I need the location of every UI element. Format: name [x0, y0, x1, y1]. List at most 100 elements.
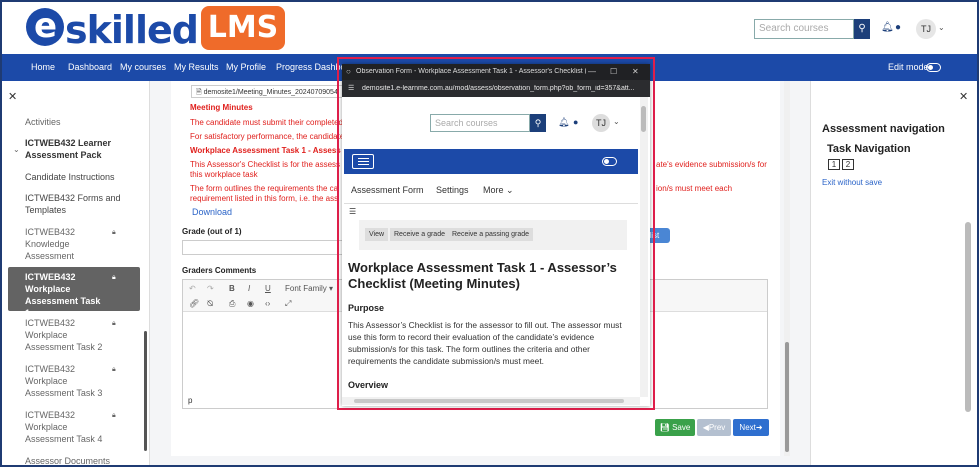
app-frame: e skilled LMS Search courses ⚲ 🔔︎ ● TJ ⌄ … — [0, 0, 979, 467]
popup-horizontal-thumb[interactable] — [354, 399, 624, 403]
browser-icon: ○ — [346, 67, 351, 76]
sidebar-item-workplace-task-1[interactable]: ICTWEB432 Workplace Assessment Task 1 — [25, 271, 105, 319]
popup-vertical-thumb[interactable] — [641, 106, 646, 132]
popup-search-input[interactable]: Search courses — [430, 114, 530, 132]
search-icon: ⚲ — [534, 118, 542, 128]
tab-settings[interactable]: Settings — [436, 185, 469, 195]
preview-icon[interactable]: ◉ — [247, 299, 254, 308]
edit-mode-toggle[interactable] — [602, 157, 617, 166]
checklist-line-2: this workplace task — [190, 170, 258, 179]
main-scrollbar-thumb[interactable] — [785, 342, 789, 452]
sidebar-item-activities[interactable]: Activities — [25, 116, 130, 128]
edit-mode-toggle[interactable] — [926, 63, 941, 72]
exit-without-save-link[interactable]: Exit without save — [822, 178, 882, 187]
top-header: e skilled LMS Search courses ⚲ 🔔︎ ● TJ ⌄ — [2, 2, 977, 54]
search-icon: ⚲ — [858, 23, 866, 34]
site-info-icon[interactable]: ☰ — [348, 84, 354, 92]
sidebar-item-workplace-task-2[interactable]: ICTWEB432 Workplace Assessment Task 2 — [25, 317, 105, 353]
nav-dashboard[interactable]: Dashboard — [68, 62, 112, 72]
grade-label: Grade (out of 1) — [182, 227, 242, 236]
prev-button[interactable]: ◀︎Prev — [697, 419, 731, 436]
tab-more[interactable]: More ⌄ — [483, 185, 514, 196]
form-line-1: The form outlines the requirements the c… — [190, 184, 339, 193]
lock-icon: 🔒︎ — [112, 229, 116, 236]
notification-bell-icon[interactable]: 🔔︎ — [558, 117, 569, 128]
font-family-select[interactable]: Font Family ▾ — [285, 284, 333, 293]
chevron-down-icon[interactable]: ⌄ — [13, 145, 20, 154]
nav-my-results[interactable]: My Results — [174, 62, 219, 72]
sidebar-scrollbar[interactable] — [144, 331, 147, 451]
close-icon[interactable]: ✕ — [959, 90, 968, 103]
drawer-scrollbar[interactable] — [965, 222, 971, 412]
nav-my-courses[interactable]: My courses — [120, 62, 166, 72]
task-navigation-title: Task Navigation — [827, 143, 911, 155]
tab-assessment-form[interactable]: Assessment Form — [351, 185, 424, 195]
observation-form-popup: ○ Observation Form - Workplace Assessmen… — [342, 64, 650, 406]
nav-home[interactable]: Home — [31, 62, 55, 72]
code-icon[interactable]: ‹› — [265, 299, 270, 308]
close-icon[interactable]: ✕ — [8, 90, 17, 103]
next-label: Next — [739, 423, 756, 432]
messages-icon[interactable]: ● — [573, 117, 578, 127]
sidebar-item-forms-templates[interactable]: ICTWEB432 Forms and Templates — [25, 192, 130, 216]
link-icon[interactable]: 🔗︎ — [189, 299, 199, 308]
save-button[interactable]: 💾︎ Save — [655, 419, 695, 436]
list-icon[interactable]: ☰ — [349, 207, 356, 216]
hamburger-menu-icon[interactable] — [352, 154, 374, 169]
popup-vertical-scrollbar[interactable] — [640, 97, 648, 397]
popup-page: Search courses ⚲ 🔔︎ ● TJ ⌄ Assessment Fo… — [342, 97, 640, 397]
underline-icon[interactable]: U — [265, 284, 271, 293]
sidebar-item-workplace-task-3[interactable]: ICTWEB432 Workplace Assessment Task 3 — [25, 363, 105, 399]
download-link[interactable]: Download — [192, 207, 232, 217]
search-input[interactable]: Search courses — [754, 19, 854, 39]
file-link[interactable]: 🗎︎ demosite1/Meeting_Minutes_20240709054 — [191, 85, 361, 98]
popup-search-button[interactable]: ⚲ — [530, 114, 546, 132]
close-icon[interactable]: ✕ — [632, 67, 639, 76]
chevron-down-icon[interactable]: ⌄ — [613, 117, 620, 126]
redo-icon[interactable]: ↷ — [207, 284, 214, 293]
form-line-1-right: ion/s must meet each — [656, 184, 733, 193]
task-heading: Workplace Assessment Task 1 - Assess — [190, 146, 341, 155]
task-nav-2[interactable]: 2 — [842, 159, 854, 170]
assessment-navigation-drawer: ✕ Assessment navigation Task Navigation … — [810, 81, 977, 465]
overview-heading: Overview — [348, 380, 389, 390]
sidebar-item-assessor-documents[interactable]: Assessor Documents — [25, 455, 130, 465]
grade-input[interactable] — [182, 240, 352, 255]
unlink-icon[interactable]: ⦰ — [207, 299, 213, 309]
graders-comments-label: Graders Comments — [182, 266, 257, 275]
avatar[interactable]: TJ — [592, 114, 610, 132]
maximize-icon[interactable]: ☐ — [610, 67, 617, 76]
popup-titlebar: ○ Observation Form - Workplace Assessmen… — [342, 64, 650, 80]
file-name: demosite1/Meeting_Minutes_20240709054 — [203, 89, 338, 96]
fullscreen-icon[interactable]: ⤢ — [285, 299, 291, 309]
popup-navbar — [344, 149, 638, 174]
messages-icon[interactable]: ● — [895, 22, 901, 33]
search-button[interactable]: ⚲ — [854, 19, 870, 39]
sidebar-item-workplace-task-4[interactable]: ICTWEB432 Workplace Assessment Task 4 — [25, 409, 105, 445]
form-line-2: requirement listed in this form, i.e. th… — [190, 194, 339, 203]
notification-bell-icon[interactable]: 🔔︎ — [881, 22, 894, 33]
undo-icon[interactable]: ↶ — [189, 284, 196, 293]
print-icon[interactable]: ⎙ — [229, 299, 235, 309]
next-button[interactable]: Next➜ — [733, 419, 769, 436]
nav-my-profile[interactable]: My Profile — [226, 62, 266, 72]
eskilled-logo[interactable]: e skilled — [26, 8, 199, 52]
instruction-line-1: The candidate must submit their complete… — [190, 118, 343, 127]
edit-mode-label: Edit mode — [888, 62, 929, 72]
lock-icon: 🔒︎ — [112, 320, 116, 327]
completion-conditions: View Receive a grade Receive a passing g… — [359, 220, 627, 250]
italic-icon[interactable]: I — [248, 284, 250, 293]
course-index-sidebar: ✕ Activities ⌄ ICTWEB432 Learner Assessm… — [2, 81, 150, 465]
bold-icon[interactable]: B — [229, 284, 235, 293]
sidebar-section-learner-assessment-pack[interactable]: ICTWEB432 Learner Assessment Pack — [25, 137, 130, 161]
popup-urlbar[interactable]: ☰ demosite1.e-learnme.com.au/mod/assess/… — [342, 80, 650, 97]
chevron-down-icon[interactable]: ⌄ — [938, 23, 945, 32]
avatar[interactable]: TJ — [916, 19, 936, 39]
popup-url: demosite1.e-learnme.com.au/mod/assess/ob… — [362, 85, 635, 92]
minimize-icon[interactable]: — — [588, 67, 596, 76]
assessment-navigation-title: Assessment navigation — [822, 123, 945, 135]
popup-heading: Workplace Assessment Task 1 - Assessor’s… — [348, 260, 617, 291]
sidebar-item-knowledge-assessment[interactable]: ICTWEB432 Knowledge Assessment — [25, 226, 105, 262]
task-nav-1[interactable]: 1 — [828, 159, 840, 170]
sidebar-item-candidate-instructions[interactable]: Candidate Instructions — [25, 171, 130, 183]
